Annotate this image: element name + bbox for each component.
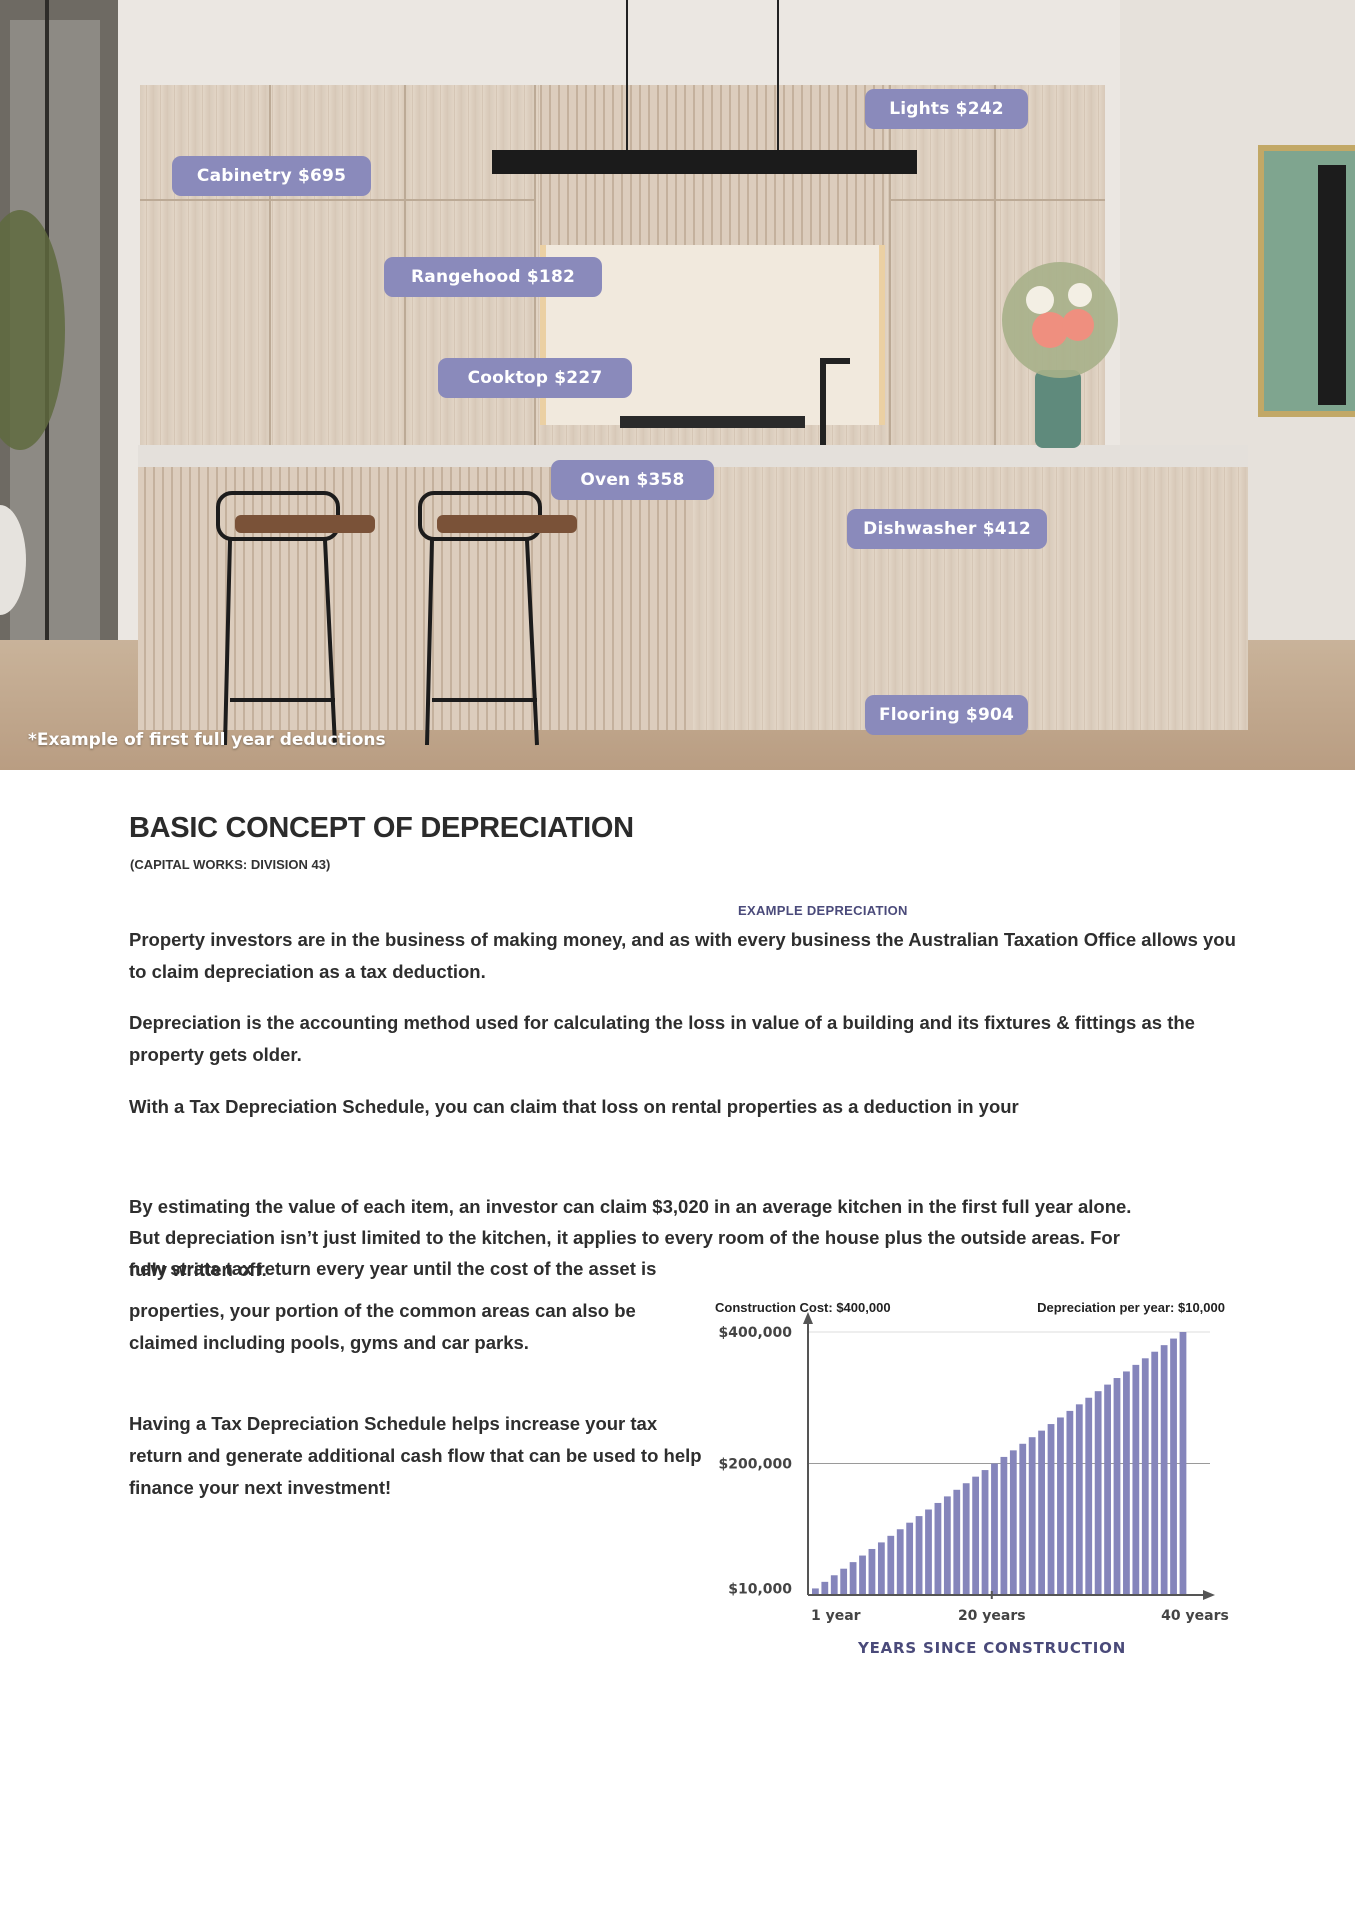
- chart-bar: [1019, 1443, 1027, 1595]
- paragraph-definition: Depreciation is the accounting method us…: [129, 1012, 1195, 1065]
- x-tick-label: 20 years: [958, 1608, 1026, 1624]
- kitchen-photo-illustration: [0, 0, 1355, 770]
- page-title: BASIC CONCEPT OF DEPRECIATION: [129, 812, 634, 844]
- cabinetry-price-tag: Cabinetry $695: [172, 156, 371, 196]
- chart-bar: [915, 1516, 923, 1595]
- chart-bar: [840, 1568, 848, 1595]
- chart-bar: [859, 1555, 866, 1595]
- chart-bar: [934, 1502, 942, 1595]
- chart-bar: [868, 1548, 876, 1595]
- chart-bar: [962, 1483, 970, 1595]
- rangehood-price-tag: Rangehood $182: [384, 257, 602, 297]
- chart-bar: [821, 1581, 829, 1595]
- x-axis-title: YEARS SINCE CONSTRUCTION: [857, 1639, 1126, 1657]
- chart-bar: [1104, 1384, 1111, 1595]
- page-subtitle: (CAPITAL WORKS: DIVISION 43): [130, 857, 331, 872]
- chart-bar: [1075, 1404, 1083, 1595]
- x-tick-label: 40 years: [1161, 1608, 1229, 1624]
- chart-bar: [1000, 1456, 1008, 1595]
- oven-price-tag: Oven $358: [551, 460, 714, 500]
- chart-bar: [1009, 1450, 1017, 1595]
- chart-bar: [925, 1509, 932, 1595]
- x-tick-label: 1 year: [811, 1608, 861, 1624]
- chart-bar: [1123, 1371, 1130, 1595]
- chart-bar: [1179, 1332, 1187, 1595]
- depreciation-per-year-annotation: Depreciation per year: $10,000: [1037, 1300, 1225, 1315]
- chart-bar: [1170, 1338, 1177, 1595]
- paragraph-written-off: fully written off.: [129, 1259, 267, 1280]
- chart-bar: [981, 1470, 989, 1595]
- chart-gridlines: [808, 1331, 1210, 1464]
- chart-bar: [1132, 1364, 1140, 1596]
- chart-bar: [906, 1522, 914, 1595]
- depreciation-chart-svg: Construction Cost: $400,000 Depreciation…: [715, 1300, 1229, 1657]
- dishwasher-price-tag: Dishwasher $412: [847, 509, 1047, 549]
- chart-bar: [1057, 1417, 1064, 1595]
- construction-cost-annotation: Construction Cost: $400,000: [715, 1300, 891, 1315]
- chart-bar: [896, 1529, 904, 1595]
- chart-bar: [830, 1575, 838, 1595]
- paragraph-cash-flow: Having a Tax Depreciation Schedule helps…: [129, 1413, 702, 1498]
- paragraph-strata: properties, your portion of the common a…: [129, 1300, 636, 1353]
- chart-bar: [1151, 1351, 1159, 1595]
- y-tick-label: $10,000: [728, 1581, 792, 1597]
- cooktop-price-tag: Cooktop $227: [438, 358, 632, 398]
- chart-bar: [1066, 1410, 1074, 1595]
- deductions-footnote: *Example of first full year deductions: [28, 730, 386, 750]
- chart-bar: [849, 1562, 857, 1596]
- chart-bar: [972, 1476, 980, 1595]
- chart-bar: [1047, 1424, 1055, 1595]
- chart-heading: EXAMPLE DEPRECIATION: [738, 903, 908, 918]
- x-axis-arrow: [1203, 1590, 1215, 1600]
- kitchen-hero-image: Cabinetry $695 Lights $242 Rangehood $18…: [0, 0, 1355, 770]
- chart-bar: [1038, 1430, 1045, 1596]
- paragraph-schedule: With a Tax Depreciation Schedule, you ca…: [129, 1096, 1019, 1117]
- chart-bar: [1113, 1378, 1121, 1595]
- chart-bar: [953, 1489, 961, 1595]
- paragraph-intro: Property investors are in the business o…: [129, 929, 1236, 982]
- flooring-price-tag: Flooring $904: [865, 695, 1028, 735]
- depreciation-chart: Construction Cost: $400,000 Depreciation…: [705, 1295, 1245, 1675]
- chart-bar: [877, 1542, 885, 1595]
- chart-bar: [887, 1535, 895, 1595]
- chart-bar: [1141, 1358, 1149, 1595]
- y-tick-label: $200,000: [718, 1457, 792, 1473]
- chart-bar: [991, 1463, 998, 1595]
- chart-bar: [1028, 1437, 1036, 1595]
- y-tick-label: $400,000: [718, 1325, 792, 1341]
- chart-bar: [1085, 1397, 1093, 1595]
- chart-bar: [943, 1496, 951, 1596]
- chart-bar: [1094, 1391, 1102, 1595]
- chart-bar: [1160, 1345, 1168, 1595]
- lights-price-tag: Lights $242: [865, 89, 1028, 129]
